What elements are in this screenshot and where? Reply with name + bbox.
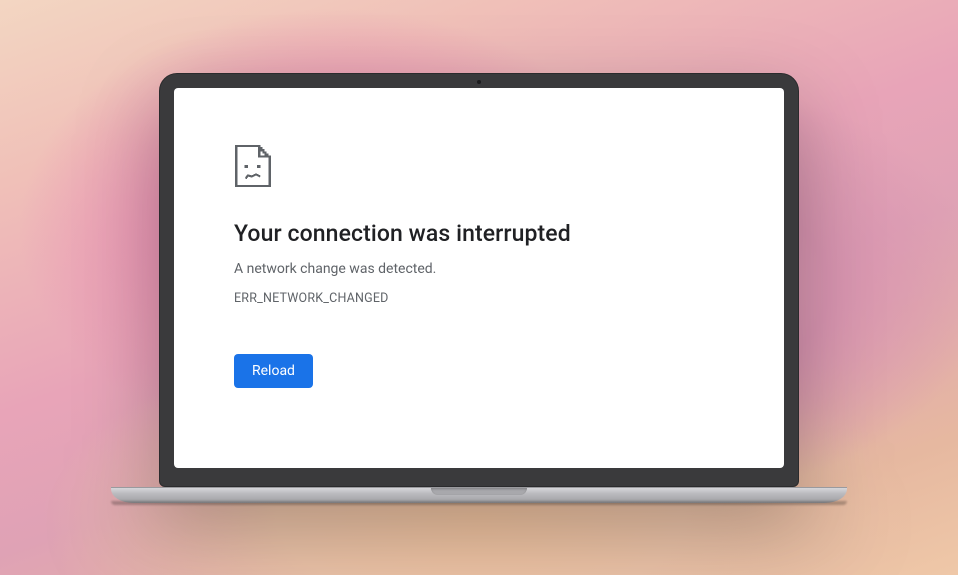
laptop-lid: Your connection was interrupted A networ… [159,73,799,487]
error-title: Your connection was interrupted [234,220,724,247]
laptop-frame: Your connection was interrupted A networ… [159,73,799,503]
browser-error-page: Your connection was interrupted A networ… [174,88,784,468]
camera-dot [477,80,481,84]
error-code: ERR_NETWORK_CHANGED [234,291,724,306]
error-subtitle: A network change was detected. [234,261,724,277]
sad-document-icon [234,144,272,188]
laptop-base [111,487,847,503]
reload-button[interactable]: Reload [234,354,313,388]
